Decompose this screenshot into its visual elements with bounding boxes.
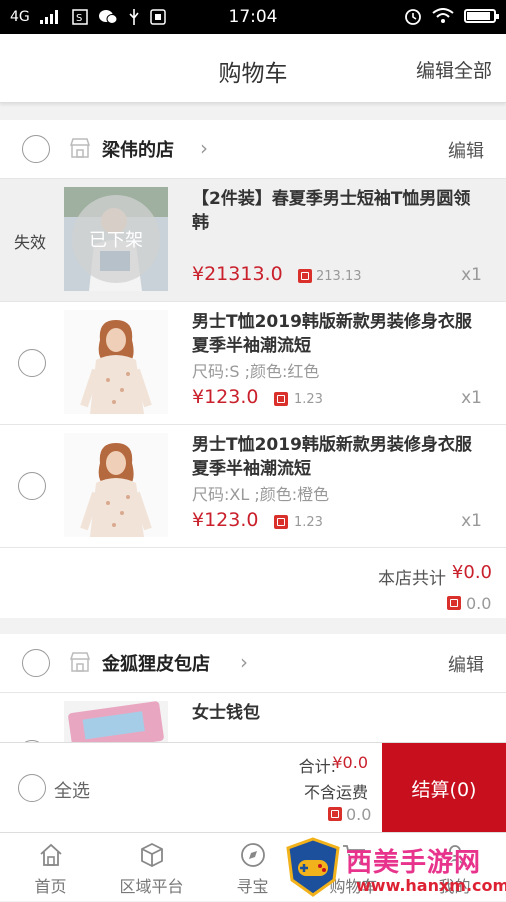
shipping-note: 不含运费 [303,783,368,802]
product-spec[interactable]: 尺码:S ;颜色:红色 [192,358,319,382]
shop-card: 梁伟的店 › 编辑 失效 已下架 【2件装】春夏季男士短袖T恤男圆领韩 ¥213… [0,120,506,618]
cart-item-invalid[interactable]: 失效 已下架 【2件装】春夏季男士短袖T恤男圆领韩 ¥21313.0 213.1… [0,179,506,302]
wifi-icon [432,8,454,23]
coin-icon [328,807,342,821]
chevron-right-icon[interactable]: › [200,136,208,160]
shop-select-radio[interactable] [22,649,50,677]
coin-icon [447,596,461,610]
total-label: 合计: [298,757,336,776]
item-select-radio[interactable] [18,472,46,500]
battery-icon [464,9,499,23]
tab-region[interactable]: 区域平台 [101,833,202,901]
tab-label: 区域平台 [119,877,184,896]
product-price: ¥21313.0 [192,263,283,285]
select-all-radio[interactable] [18,774,46,802]
coin-value: 213.13 [316,269,362,284]
quantity: x1 [461,388,482,408]
cart-item[interactable]: 男士T恤2019韩版新款男装修身衣服夏季半袖潮流短 尺码:XL ;颜色:橙色 ¥… [0,425,506,548]
tab-home[interactable]: 首页 [0,833,101,901]
checkout-bar: 全选 合计: ¥0.0 不含运费 0.0 结算(0) [0,742,506,833]
product-image[interactable] [64,433,168,537]
item-select-radio[interactable] [18,349,46,377]
watermark-text: 西美手游网 [346,848,482,878]
navigation-bar: 购物车 编辑全部 [0,34,506,103]
watermark-url: www.hanxm.com [356,876,506,895]
subtotal-label: 本店共计 [378,569,446,589]
compass-icon [240,843,265,867]
checkout-button[interactable]: 结算(0) [382,743,506,833]
cube-icon [140,842,163,868]
coin-icon [274,515,288,529]
cart-item[interactable]: 女士钱包 [0,693,506,742]
coin-value: 1.23 [294,515,323,530]
coin-value: 1.23 [294,392,323,407]
product-title[interactable]: 男士T恤2019韩版新款男装修身衣服夏季半袖潮流短 [192,433,478,481]
shop-edit-button[interactable]: 编辑 [448,137,484,163]
coin-icon [298,269,312,283]
product-image[interactable] [64,701,168,742]
store-icon [69,138,91,158]
product-title[interactable]: 【2件装】春夏季男士短袖T恤男圆领韩 [192,187,478,235]
quantity: x1 [461,265,482,285]
product-title[interactable]: 男士T恤2019韩版新款男装修身衣服夏季半袖潮流短 [192,310,478,358]
watermark: 西美手游网 www.hanxm.com [282,836,506,898]
coin-icon [274,392,288,406]
shop-header: 金狐狸皮包店 › 编辑 [0,634,506,693]
total-coin: 0.0 [346,805,372,824]
product-image[interactable]: 已下架 [64,187,168,291]
product-price: ¥123.0 [192,509,259,531]
product-price: ¥123.0 [192,386,259,408]
off-shelf-overlay: 已下架 [72,195,160,283]
edit-all-button[interactable]: 编辑全部 [416,56,492,83]
shop-subtotal: 本店共计 ¥0.0 0.0 [0,548,506,618]
shop-name[interactable]: 金狐狸皮包店 [102,650,210,676]
product-image[interactable] [64,310,168,414]
chevron-right-icon[interactable]: › [240,650,248,674]
shop-header: 梁伟的店 › 编辑 [0,120,506,179]
gamepad-shield-icon [286,837,340,897]
subtotal-coin: 0.0 [466,594,492,613]
subtotal-amount: ¥0.0 [451,562,492,583]
total-amount: ¥0.0 [332,753,368,772]
product-title[interactable]: 女士钱包 [192,701,478,725]
invalid-label: 失效 [14,233,47,252]
status-bar: 4G S 17:04 [0,0,506,34]
alarm-icon [405,9,421,25]
product-spec[interactable]: 尺码:XL ;颜色:橙色 [192,481,329,505]
tab-label: 首页 [34,877,67,896]
select-all-label[interactable]: 全选 [54,777,90,803]
quantity: x1 [461,511,482,531]
shop-edit-button[interactable]: 编辑 [448,651,484,677]
home-icon [39,843,62,866]
shop-select-radio[interactable] [22,135,50,163]
shop-card: 金狐狸皮包店 › 编辑 女士钱包 [0,634,506,742]
store-icon [69,652,91,672]
shop-name[interactable]: 梁伟的店 [102,136,174,162]
cart-item[interactable]: 男士T恤2019韩版新款男装修身衣服夏季半袖潮流短 尺码:S ;颜色:红色 ¥1… [0,302,506,425]
